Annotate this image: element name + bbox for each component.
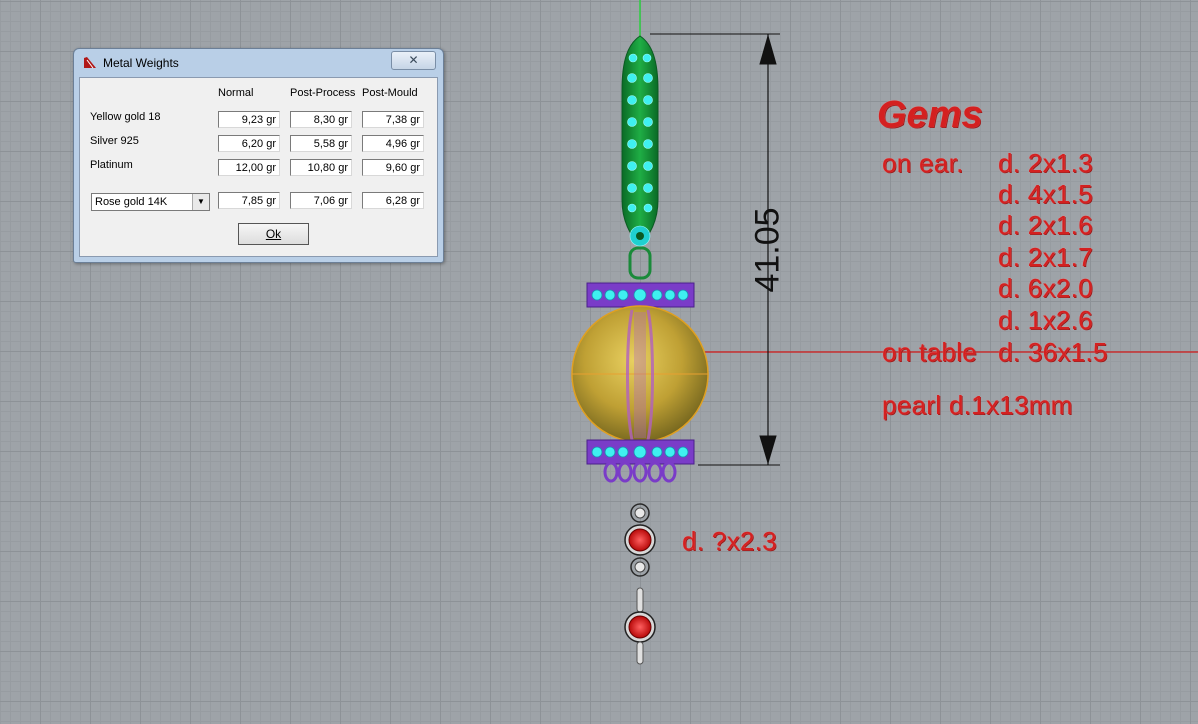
weight-cell[interactable]: 7,06 gr [290,192,352,209]
on-table-spec: d. 36x1.5 [998,337,1108,367]
gems-title: Gems [877,94,983,136]
column-header-post-mould: Post-Mould [362,87,418,99]
earring-top-green [621,35,659,280]
dialog-client: Normal Post-Process Post-Mould Yellow go… [79,77,438,257]
weight-cell[interactable]: 10,80 gr [290,159,352,176]
weight-cell[interactable]: 7,38 gr [362,111,424,128]
gem-spec-4: d. 2x1.7 [998,242,1093,272]
weight-cell[interactable]: 4,96 gr [362,135,424,152]
dialog-title: Metal Weights [103,56,179,70]
weight-cell[interactable]: 5,58 gr [290,135,352,152]
close-button[interactable]: ✕ [391,51,436,70]
row-label-silver: Silver 925 [90,135,139,147]
lower-stone-chain [624,503,656,665]
on-ear-label: on ear. [882,148,964,178]
weight-cell[interactable]: 7,85 gr [218,192,280,209]
weight-cell[interactable]: 12,00 gr [218,159,280,176]
close-icon: ✕ [408,53,419,67]
metal-select[interactable]: Rose gold 14K ▼ [91,193,210,211]
pearl-spec: pearl d.1x13mm [882,390,1073,420]
gem-spec-5: d. 6x2.0 [998,273,1093,303]
row-label-platinum: Platinum [90,159,133,171]
weight-cell[interactable]: 6,28 gr [362,192,424,209]
weight-cell[interactable]: 9,60 gr [362,159,424,176]
lower-gem-band [586,439,695,483]
weight-cell[interactable]: 6,20 gr [218,135,280,152]
ok-button[interactable]: Ok [238,223,309,245]
dropdown-arrow-icon[interactable]: ▼ [192,194,209,210]
metal-weights-dialog: Metal Weights ✕ Normal Post-Process Post… [73,48,444,263]
column-header-normal: Normal [218,87,254,99]
gem-spec-2: d. 4x1.5 [998,179,1093,209]
gem-spec-6: d. 1x2.6 [998,305,1093,335]
column-header-post-process: Post-Process [290,87,356,99]
small-stone-spec: d. ?x2.3 [682,526,777,556]
app-icon [84,57,96,69]
metal-select-value: Rose gold 14K [95,196,168,208]
pearl [571,305,709,443]
on-table-label: on table [882,337,977,367]
gem-spec-1: d. 2x1.3 [998,148,1093,178]
row-label-yellow-gold: Yellow gold 18 [90,111,161,123]
dimension-value: 41.05 [748,207,787,293]
weight-cell[interactable]: 8,30 gr [290,111,352,128]
weight-cell[interactable]: 9,23 gr [218,111,280,128]
gem-spec-3: d. 2x1.6 [998,210,1093,240]
dialog-titlebar[interactable]: Metal Weights ✕ [74,49,443,77]
upper-gem-band [586,282,695,308]
